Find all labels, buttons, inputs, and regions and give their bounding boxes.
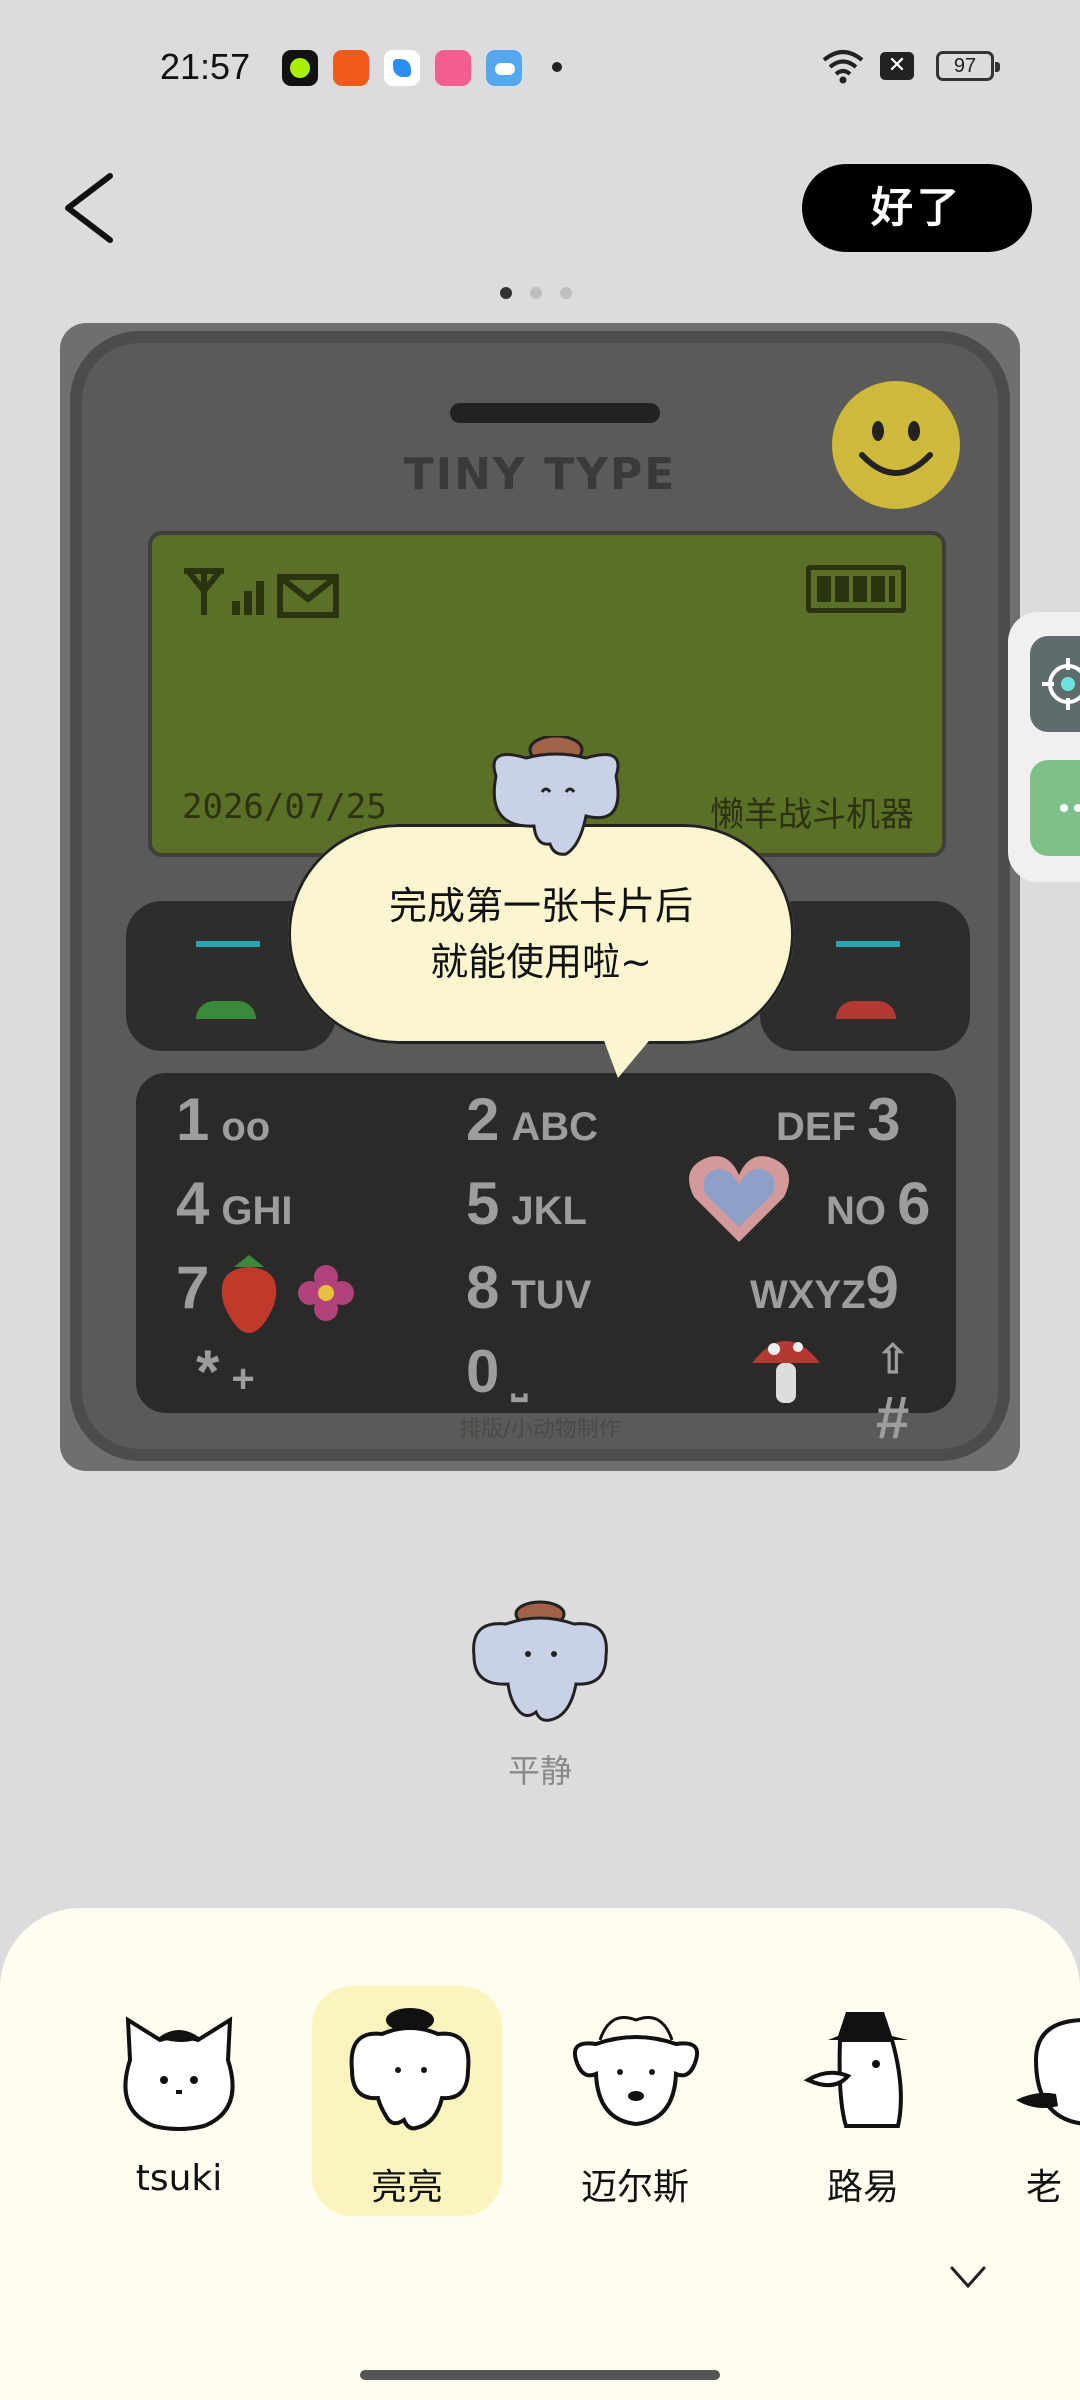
battery-level: 97 — [953, 55, 977, 77]
more-dots-icon — [1060, 804, 1080, 812]
key-2: 2 ABC — [466, 1086, 599, 1153]
mushroom-sticker-icon — [752, 1341, 820, 1403]
dog-face-icon — [573, 2016, 699, 2127]
strawberry-sticker-icon — [221, 1255, 277, 1333]
status-bar: 21:57 ✕ 97 — [0, 0, 1080, 130]
bubble-tail — [600, 1030, 658, 1078]
character-name: 亮亮 — [370, 2167, 443, 2208]
smiley-sticker-icon — [832, 381, 960, 509]
green-dot-app-icon — [282, 50, 318, 86]
character-maiersi[interactable]: 迈尔斯 — [540, 2000, 730, 2220]
browser-app-icon — [384, 50, 420, 86]
hint-line-1: 完成第一张卡片后 — [388, 884, 693, 928]
no-sim-icon: ✕ — [880, 52, 914, 80]
character-tsuki[interactable]: tsuki — [84, 2000, 274, 2220]
key-0: 0 ⎵ — [466, 1338, 528, 1405]
home-indicator[interactable] — [360, 2370, 720, 2380]
lcd-date: 2026/07/25 — [182, 787, 387, 827]
character-liangliang[interactable]: 亮亮 — [312, 1986, 502, 2220]
elephant-face-icon — [349, 2008, 471, 2131]
key-5: 5 JKL — [466, 1170, 587, 1237]
speaker-grille — [450, 403, 660, 423]
page-dot — [500, 287, 512, 299]
key-9: WXYZ9 — [750, 1254, 899, 1321]
more-notifications-icon — [552, 62, 562, 72]
key-8: 8 TUV — [466, 1254, 592, 1321]
character-name: 老 — [1026, 2167, 1063, 2208]
hint-line-2: 就能使用啦~ — [430, 940, 652, 984]
pipe-face-icon — [1016, 2018, 1080, 2126]
page-dot — [530, 287, 542, 299]
bilibili-app-icon — [435, 50, 471, 86]
wifi-icon — [822, 50, 864, 84]
lcd-battery-icon — [806, 565, 906, 613]
back-arrow-icon[interactable] — [58, 168, 128, 248]
done-button[interactable]: 好了 — [802, 164, 1032, 252]
character-name: 路易 — [826, 2167, 899, 2208]
chevron-down-icon[interactable] — [948, 2262, 988, 2292]
cat-face-icon — [123, 2016, 235, 2131]
lcd-device-name: 懒羊战斗机器 — [710, 795, 914, 835]
status-time: 21:57 — [160, 46, 251, 87]
kuaishou-app-icon — [333, 50, 369, 86]
flower-sticker-icon — [298, 1265, 354, 1321]
credit-text: 排版/小动物制作 — [459, 1417, 621, 1442]
keypad: 1 oo 2 ABC DEF 3 4 GHI 5 JKL NO 6 7 8 TUV WXY… — [136, 1073, 956, 1451]
mood-label: 平静 — [507, 1752, 572, 1790]
key-1: 1 oo — [176, 1086, 271, 1153]
page-dot — [560, 287, 572, 299]
crosshair-icon — [1042, 658, 1080, 710]
character-name: 迈尔斯 — [580, 2167, 689, 2208]
character-luyi[interactable]: 路易 — [768, 2000, 958, 2220]
page-indicator — [500, 284, 590, 303]
key-star: * + — [196, 1338, 255, 1405]
weather-app-icon — [486, 50, 522, 86]
key-4: 4 GHI — [176, 1170, 293, 1237]
elephant-mascot-icon — [492, 736, 620, 856]
key-3: DEF 3 — [776, 1086, 901, 1153]
elephant-mood-icon[interactable] — [466, 1600, 614, 1730]
duck-hat-face-icon — [803, 2012, 908, 2128]
signal-and-mail-icon — [184, 568, 339, 618]
battery-indicator: 97 — [936, 51, 1000, 81]
character-lao[interactable]: 老 — [996, 2000, 1080, 2220]
key-6: NO 6 — [826, 1170, 931, 1237]
chat-tool-button[interactable] — [1030, 760, 1080, 856]
character-name: tsuki — [135, 2158, 223, 2199]
rainbow-heart-sticker-icon — [689, 1156, 789, 1242]
target-tool-button[interactable] — [1030, 636, 1080, 732]
hint-text: 完成第一张卡片后 就能使用啦~ — [288, 878, 794, 990]
